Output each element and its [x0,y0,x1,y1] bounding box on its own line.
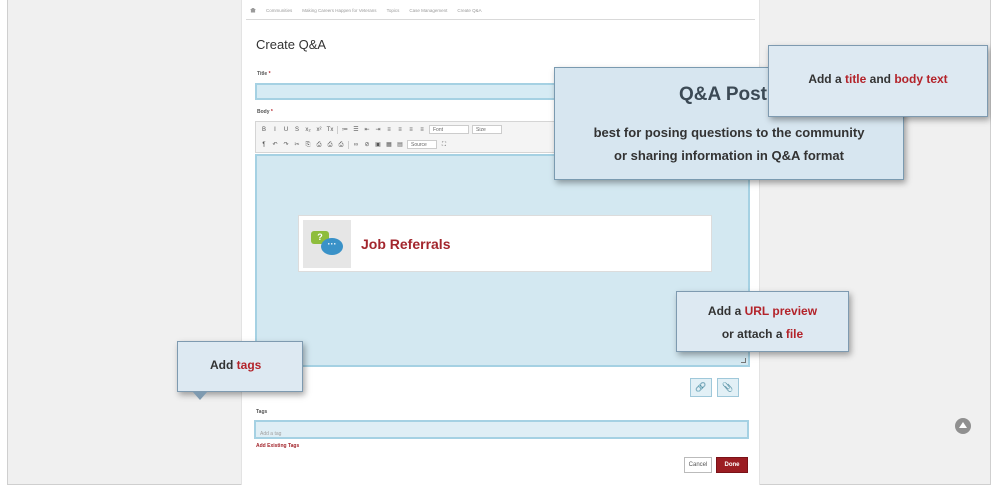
callout-line: or sharing information in Q&A format [614,148,844,163]
speech-bubbles-icon: ? ··· [303,220,351,268]
tip-text-part: Add [210,358,237,372]
tip-highlight: body text [894,72,948,86]
toolbar-row-2: ¶ ↶ ↷ ✂ ⎘ ⎙ ⎙ ⎙ ∞ ⊘ ▣ ▦ ▤ Source ⛶ [260,140,448,149]
done-button[interactable]: Done [716,457,748,473]
align-center-button[interactable]: ≡ [396,126,404,134]
tip-text: Add a title and body text [769,72,987,86]
tip-text-part: Add a [808,72,845,86]
page-title: Create Q&A [256,37,327,52]
title-body-tip: Add a title and body text [768,45,988,117]
breadcrumb-item[interactable]: Topics [387,8,400,13]
add-existing-tags-link[interactable]: Add Existing Tags [256,443,299,449]
redo-icon[interactable]: ↷ [282,141,290,149]
paragraph-icon[interactable]: ¶ [260,141,268,149]
body-label: Body * [257,109,273,115]
tip-highlight: tags [236,358,262,372]
indent-button[interactable]: ⇥ [374,126,382,134]
url-preview-title[interactable]: Job Referrals [361,236,450,252]
breadcrumb-item[interactable]: Communities [266,8,292,13]
font-select[interactable]: Font [429,125,469,134]
italic-button[interactable]: I [271,126,279,134]
cancel-button[interactable]: Cancel [684,457,712,473]
cut-icon[interactable]: ✂ [293,141,301,149]
required-mark: * [270,109,273,115]
numbered-list-button[interactable]: ≔ [341,126,349,134]
tip-text-part: and [866,72,895,86]
tip-text: Add a URL preview [677,304,848,318]
tags-label: Tags [256,409,268,415]
link-icon[interactable]: ∞ [352,141,360,149]
link-icon[interactable]: 🔗 [690,378,712,397]
bold-button[interactable]: B [260,126,268,134]
tags-field[interactable] [254,420,749,442]
toolbar-divider [337,125,338,134]
align-left-button[interactable]: ≡ [385,126,393,134]
strikethrough-button[interactable]: S [293,126,301,134]
bulleted-list-button[interactable]: ☰ [352,126,360,134]
tags-input[interactable] [256,426,747,442]
home-icon[interactable] [250,7,256,13]
attachment-buttons: 🔗 📎 [690,378,739,397]
body-label-text: Body [257,109,270,115]
breadcrumb-item-current: Create Q&A [457,7,482,13]
image-icon[interactable]: ▣ [374,141,382,149]
outdent-button[interactable]: ⇤ [363,126,371,134]
tip-highlight: title [844,72,867,86]
paste-icon[interactable]: ⎙ [315,141,323,149]
paste-text-icon[interactable]: ⎙ [326,141,334,149]
source-button[interactable]: Source [407,140,437,149]
blue-bubble-icon: ··· [321,238,343,255]
subscript-button[interactable]: x₂ [304,126,312,134]
paperclip-icon[interactable]: 📎 [717,378,739,397]
remove-format-button[interactable]: Tx [326,126,334,134]
underline-button[interactable]: U [282,126,290,134]
tags-tip: Add tags [177,341,303,400]
url-preview-card[interactable]: ? ··· Job Referrals [298,215,712,272]
toolbar-divider [348,140,349,149]
breadcrumb-divider [246,19,755,20]
title-label-text: Title [257,71,268,77]
tip-text-part: Add a [707,304,745,318]
copy-icon[interactable]: ⎘ [304,141,312,149]
tip-text: Add tags [210,358,261,372]
tip-text-part: or attach a [721,327,786,341]
size-select[interactable]: Size [472,125,502,134]
justify-button[interactable]: ≡ [418,126,426,134]
callout-line: best for posing questions to the communi… [593,125,865,140]
tip-highlight: URL preview [744,304,818,318]
maximize-icon[interactable]: ⛶ [440,141,448,149]
breadcrumb-item[interactable]: Case Management [409,8,447,13]
breadcrumb-item[interactable]: Making Careers Happen for Veterans [302,8,376,13]
superscript-button[interactable]: x² [315,126,323,134]
toolbar-row-1: B I U S x₂ x² Tx ≔ ☰ ⇤ ⇥ ≡ ≡ ≡ ≡ Font Si… [260,125,502,134]
unlink-icon[interactable]: ⊘ [363,141,371,149]
title-label: Title * [257,71,271,77]
undo-icon[interactable]: ↶ [271,141,279,149]
resize-handle-icon[interactable] [741,358,746,363]
horizontal-rule-icon[interactable]: ▤ [396,141,404,149]
url-preview-tip: Add a URL preview or attach a file [676,291,849,352]
tip-highlight: file [785,327,804,341]
scroll-to-top-icon[interactable] [955,418,971,434]
tip-text: or attach a file [677,327,848,341]
align-right-button[interactable]: ≡ [407,126,415,134]
breadcrumb: Communities Making Careers Happen for Ve… [250,4,482,16]
required-mark: * [268,71,271,77]
paste-word-icon[interactable]: ⎙ [337,141,345,149]
table-icon[interactable]: ▦ [385,141,393,149]
